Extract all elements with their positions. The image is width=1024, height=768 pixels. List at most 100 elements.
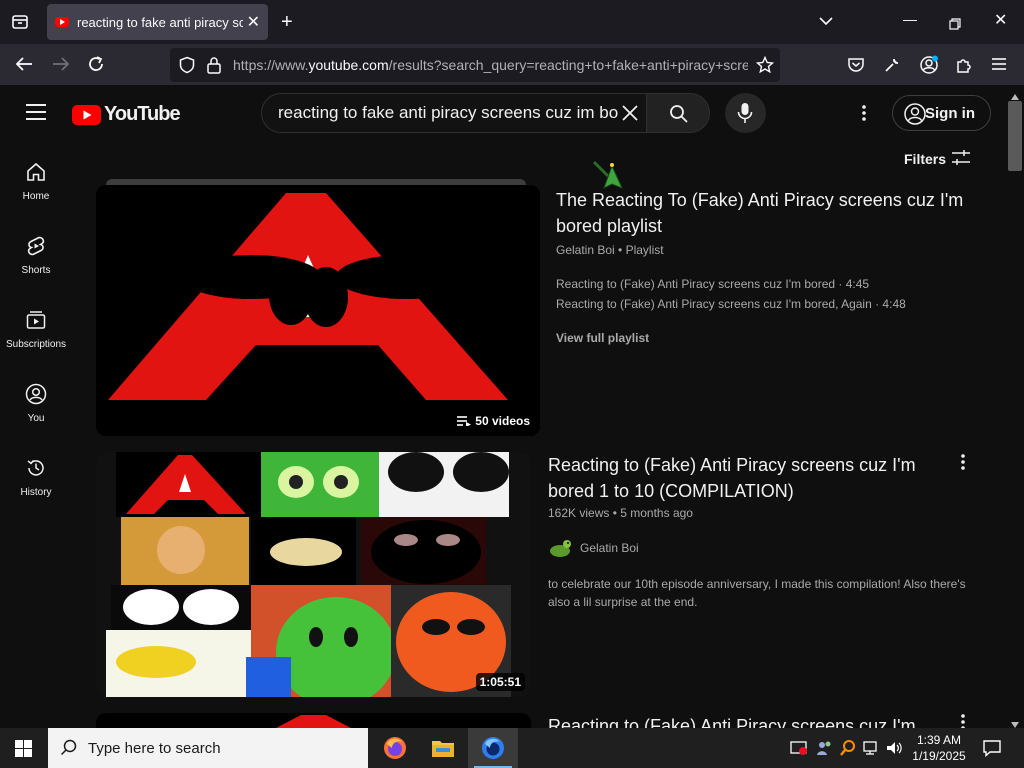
sidebar-item-history[interactable]: History	[0, 457, 72, 498]
upload-age: 5 months ago	[620, 506, 693, 520]
url-prefix: https://www.	[233, 57, 309, 73]
compilation-collage-image	[96, 452, 531, 697]
filters-button[interactable]: Filters	[904, 151, 946, 167]
video-more-actions-icon[interactable]	[960, 453, 966, 476]
video-title[interactable]: Reacting to (Fake) Anti Piracy screens c…	[548, 713, 928, 728]
extensions-puzzle-icon[interactable]	[955, 56, 973, 77]
minimize-icon[interactable]: —	[903, 12, 917, 26]
clock-time: 1:39 AM	[916, 733, 962, 747]
firefox-taskbar-icon[interactable]	[383, 736, 407, 765]
filters-sliders-icon[interactable]	[951, 149, 971, 172]
sidebar-item-label: You	[27, 413, 45, 424]
video-thumbnail[interactable]	[96, 713, 531, 728]
firefox-dev-taskbar-icon	[482, 737, 504, 759]
clock-date: 1/19/2025	[912, 749, 966, 763]
bookmark-star-icon[interactable]	[755, 55, 775, 77]
view-full-playlist-link[interactable]: View full playlist	[556, 331, 649, 345]
sign-in-button[interactable]: Sign in	[892, 95, 991, 131]
video-thumbnail[interactable]: 1:05:51	[96, 452, 531, 697]
browser-tab[interactable]: reacting to fake anti piracy scree ✕	[47, 4, 268, 40]
video-more-actions-icon[interactable]	[960, 713, 966, 728]
tab-title: reacting to fake anti piracy scree	[77, 14, 243, 30]
search-button[interactable]	[646, 93, 710, 133]
reload-icon[interactable]	[87, 55, 105, 76]
settings-more-icon[interactable]	[861, 104, 867, 127]
lock-icon[interactable]	[206, 56, 222, 77]
playlist-item[interactable]: Reacting to (Fake) Anti Piracy screens c…	[556, 297, 906, 311]
url-text[interactable]: https://www.youtube.com/results?search_q…	[233, 57, 748, 73]
scrollbar-thumb[interactable]	[1008, 101, 1022, 171]
guide-menu-icon[interactable]	[26, 103, 46, 126]
video-duration: 1:05:51	[475, 673, 525, 691]
youtube-logo[interactable]: YouTube	[72, 103, 181, 126]
search-tray-icon[interactable]	[839, 739, 857, 762]
windows-start-icon[interactable]	[15, 740, 32, 762]
video-thumbnail-image	[96, 713, 531, 728]
playlist-thumbnail-image	[96, 185, 540, 436]
active-taskbar-app[interactable]	[468, 728, 518, 768]
you-profile-icon	[25, 383, 47, 405]
playlist-meta: Gelatin Boi • Playlist	[556, 243, 664, 257]
voice-search-button[interactable]	[725, 93, 766, 133]
channel-name[interactable]: Gelatin Boi	[580, 541, 639, 555]
youtube-favicon-icon	[55, 17, 69, 27]
history-icon	[27, 460, 44, 476]
url-domain: youtube.com	[308, 57, 389, 73]
playlist-thumbnail[interactable]: 50 videos	[96, 185, 540, 436]
tools-wrench-icon[interactable]	[883, 56, 901, 77]
forward-icon[interactable]	[51, 55, 71, 76]
user-avatar-icon	[904, 103, 926, 125]
search-input[interactable]: reacting to fake anti piracy screens cuz…	[278, 103, 618, 123]
shorts-icon	[27, 236, 45, 256]
security-alert-tray-icon[interactable]	[790, 740, 808, 761]
turtle-avatar-icon	[550, 540, 571, 557]
sidebar-item-home[interactable]: Home	[0, 161, 72, 202]
network-tray-icon[interactable]	[863, 740, 881, 761]
youtube-logo-text: YouTube	[104, 103, 181, 125]
channel-name[interactable]: Gelatin Boi	[556, 243, 615, 257]
close-window-icon[interactable]: ✕	[994, 13, 1007, 29]
taskbar-search-placeholder[interactable]: Type here to search	[88, 740, 221, 757]
playlist-item[interactable]: Reacting to (Fake) Anti Piracy screens c…	[556, 277, 869, 291]
volume-tray-icon[interactable]	[886, 740, 904, 761]
playlist-icon	[457, 416, 472, 426]
sidebar-item-label: Home	[22, 191, 50, 202]
video-meta: 162K views • 5 months ago	[548, 506, 693, 520]
view-count: 162K views	[548, 506, 610, 520]
tab-list-chevron-icon[interactable]	[818, 13, 834, 32]
sidebar-item-you[interactable]: You	[0, 383, 72, 424]
sidebar-item-shorts[interactable]: Shorts	[0, 235, 72, 276]
maximize-icon[interactable]	[949, 15, 961, 33]
sidebar-item-label: Subscriptions	[5, 339, 67, 350]
people-tray-icon[interactable]	[815, 739, 833, 762]
notifications-icon[interactable]	[982, 739, 1002, 762]
home-icon	[27, 162, 45, 181]
account-icon[interactable]	[919, 55, 939, 78]
page-scrollbar[interactable]	[1006, 85, 1024, 728]
back-icon[interactable]	[14, 55, 34, 76]
file-explorer-icon[interactable]	[431, 737, 455, 764]
url-path: /results?search_query=reacting+to+fake+a…	[388, 57, 748, 73]
taskbar-clock[interactable]: 1:39 AM 1/19/2025	[908, 732, 970, 764]
pocket-icon[interactable]	[847, 56, 865, 77]
playlist-count: 50 videos	[475, 414, 530, 428]
search-icon	[670, 105, 688, 123]
video-description: to celebrate our 10th episode anniversar…	[548, 577, 966, 609]
subscriptions-icon	[26, 311, 46, 329]
channel-avatar[interactable]	[548, 536, 572, 560]
tracking-protection-shield-icon[interactable]	[178, 56, 196, 77]
sidebar-item-label: Shorts	[21, 265, 51, 276]
playlist-kind: Playlist	[625, 243, 664, 257]
clear-search-icon[interactable]	[620, 103, 640, 128]
youtube-play-logo-icon	[72, 104, 101, 125]
playlist-title[interactable]: The Reacting To (Fake) Anti Piracy scree…	[556, 187, 976, 239]
sign-in-label: Sign in	[925, 104, 975, 122]
app-menu-hamburger-icon[interactable]	[991, 56, 1007, 75]
tab-close-icon[interactable]: ✕	[247, 12, 260, 32]
microphone-icon	[737, 103, 753, 123]
playlist-count-badge: 50 videos	[453, 412, 534, 430]
video-title[interactable]: Reacting to (Fake) Anti Piracy screens c…	[548, 452, 928, 504]
new-tab-icon[interactable]: +	[281, 12, 293, 32]
sidebar-item-subscriptions[interactable]: Subscriptions	[0, 309, 72, 350]
tab-overview-icon[interactable]	[11, 13, 29, 34]
